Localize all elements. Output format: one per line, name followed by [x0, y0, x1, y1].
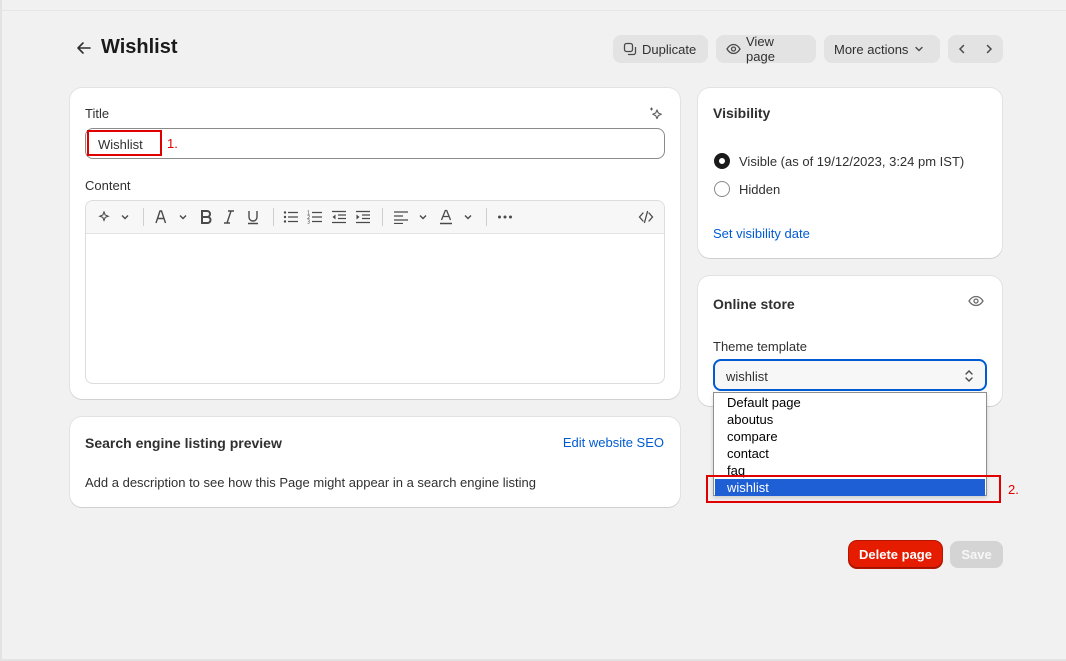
- record-nav: [948, 35, 1003, 63]
- previous-button[interactable]: [948, 35, 976, 63]
- seo-description: Add a description to see how this Page m…: [85, 475, 536, 490]
- code-view-icon[interactable]: [637, 208, 655, 226]
- set-visibility-date-link[interactable]: Set visibility date: [713, 226, 810, 241]
- title-label: Title: [85, 106, 110, 121]
- chevron-left-icon: [958, 44, 964, 54]
- duplicate-icon: [623, 42, 637, 56]
- visibility-card: Visibility Visible (as of 19/12/2023, 3:…: [698, 88, 1002, 258]
- duplicate-button[interactable]: Duplicate: [613, 35, 708, 63]
- numbered-list-icon[interactable]: 123: [307, 208, 323, 226]
- next-button[interactable]: [976, 35, 1004, 63]
- toolbar-divider: [486, 208, 487, 226]
- ai-sparkle-icon[interactable]: [96, 208, 112, 226]
- dropdown-option[interactable]: contact: [715, 445, 985, 462]
- content-label: Content: [85, 178, 131, 193]
- more-actions-label: More actions: [834, 41, 909, 57]
- duplicate-label: Duplicate: [642, 41, 697, 57]
- top-divider: [0, 10, 1066, 11]
- rich-text-editor: 123: [85, 200, 665, 384]
- back-arrow-icon[interactable]: [74, 38, 94, 58]
- chevron-down-icon[interactable]: [176, 208, 190, 226]
- annotation-box-2: [706, 475, 1001, 503]
- underline-icon[interactable]: [246, 208, 260, 226]
- bold-icon[interactable]: [198, 208, 214, 226]
- online-store-heading: Online store: [713, 296, 795, 312]
- visible-label[interactable]: Visible (as of 19/12/2023, 3:24 pm IST): [739, 154, 964, 169]
- view-page-button[interactable]: View page: [716, 34, 816, 64]
- chevron-down-icon[interactable]: [118, 208, 132, 226]
- chevron-right-icon: [987, 44, 993, 54]
- theme-template-label: Theme template: [713, 339, 807, 354]
- page-title: Wishlist: [101, 36, 178, 58]
- visibility-heading: Visibility: [713, 105, 771, 121]
- left-edge: [0, 0, 2, 661]
- annotation-label-2: 2.: [1008, 482, 1019, 497]
- toolbar-divider: [273, 208, 274, 226]
- theme-template-select[interactable]: wishlist: [713, 359, 987, 391]
- dropdown-option[interactable]: compare: [715, 428, 985, 445]
- italic-icon[interactable]: [222, 208, 236, 226]
- align-left-icon[interactable]: [393, 208, 409, 226]
- delete-page-button[interactable]: Delete page: [849, 541, 942, 568]
- chevron-down-icon[interactable]: [461, 208, 475, 226]
- text-color-icon[interactable]: [438, 208, 454, 226]
- dropdown-option[interactable]: Default page: [715, 394, 985, 411]
- svg-text:3: 3: [307, 220, 310, 225]
- text-style-icon[interactable]: [152, 208, 170, 226]
- toolbar-divider: [382, 208, 383, 226]
- indent-icon[interactable]: [355, 208, 371, 226]
- edit-seo-link[interactable]: Edit website SEO: [563, 435, 664, 450]
- annotation-label-1: 1.: [167, 136, 178, 151]
- seo-heading: Search engine listing preview: [85, 435, 282, 451]
- chevron-down-icon: [915, 46, 924, 52]
- online-store-card: Online store Theme template wishlist: [698, 276, 1002, 406]
- hidden-label[interactable]: Hidden: [739, 182, 780, 197]
- select-arrows-icon: [965, 370, 973, 382]
- editor-content-area[interactable]: [86, 234, 664, 383]
- view-page-label: View page: [746, 34, 775, 64]
- sparkle-icon[interactable]: [648, 106, 664, 122]
- more-options-icon[interactable]: [496, 208, 514, 226]
- toolbar-divider: [143, 208, 144, 226]
- eye-icon[interactable]: [968, 294, 984, 308]
- hidden-radio[interactable]: [714, 181, 730, 197]
- eye-icon: [726, 43, 741, 55]
- save-button[interactable]: Save: [950, 541, 1003, 568]
- more-actions-button[interactable]: More actions: [824, 35, 940, 63]
- seo-card: Search engine listing preview Edit websi…: [70, 417, 680, 507]
- visible-radio[interactable]: [714, 153, 730, 169]
- editor-toolbar: 123: [86, 201, 664, 234]
- chevron-down-icon[interactable]: [416, 208, 430, 226]
- theme-template-value: wishlist: [726, 369, 768, 384]
- outdent-icon[interactable]: [331, 208, 347, 226]
- annotation-box-1: [87, 130, 162, 156]
- dropdown-option[interactable]: aboutus: [715, 411, 985, 428]
- bullet-list-icon[interactable]: [283, 208, 299, 226]
